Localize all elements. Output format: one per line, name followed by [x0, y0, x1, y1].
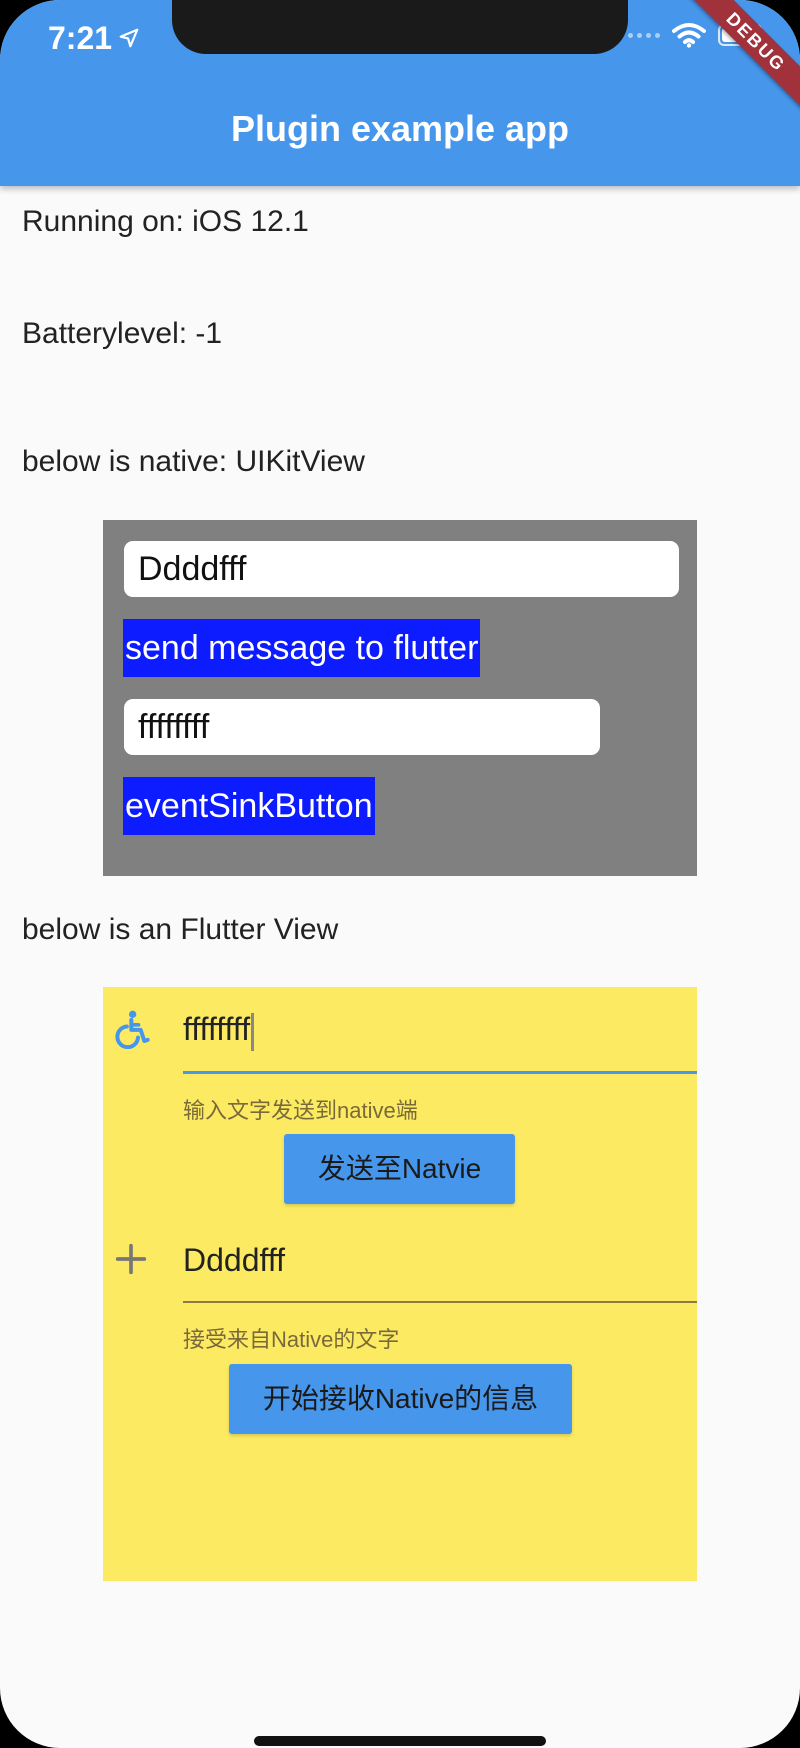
add-icon — [115, 1243, 147, 1275]
accessible-icon — [115, 1010, 150, 1049]
app-bar: 7:21 DEBUG Plugin example app — [0, 0, 800, 186]
location-arrow-icon — [119, 28, 139, 48]
cellular-signal-icon — [628, 32, 660, 38]
send-field-underline — [183, 1071, 697, 1074]
flutter-view-header: below is an Flutter View — [22, 913, 339, 946]
send-to-native-button[interactable]: 发送至Natvie — [284, 1134, 515, 1204]
app-screen: 7:21 DEBUG Plugin example app Running on… — [0, 0, 800, 1748]
status-time-label: 7:21 — [48, 19, 113, 56]
native-view-header: below is native: UIKitView — [22, 445, 365, 478]
running-on-label: Running on: iOS 12.1 — [22, 205, 309, 238]
receive-field-underline — [183, 1301, 697, 1303]
debug-banner: DEBUG — [682, 0, 800, 116]
native-event-input[interactable]: ffffffff — [124, 699, 600, 755]
page-title: Plugin example app — [230, 108, 570, 149]
device-notch — [172, 0, 628, 54]
send-text-field-value: ffffffff — [183, 1011, 251, 1047]
battery-level-label: Batterylevel: -1 — [22, 317, 223, 350]
status-time: 7:21 — [48, 18, 140, 58]
event-sink-button[interactable]: eventSinkButton — [123, 777, 375, 835]
text-cursor — [251, 1012, 255, 1051]
native-message-input[interactable]: Ddddfff — [124, 541, 679, 597]
send-text-field[interactable]: ffffffff — [183, 1011, 255, 1051]
receive-text-field[interactable]: Ddddfff — [183, 1242, 285, 1279]
receive-field-helper-text: 接受来自Native的文字 — [183, 1327, 400, 1352]
send-message-to-flutter-button[interactable]: send message to flutter — [123, 619, 481, 677]
flutter-view: ffffffff 输入文字发送到native端 发送至Natvie Ddddff… — [103, 987, 697, 1581]
native-uikit-view: Ddddfff send message to flutter ffffffff… — [103, 520, 697, 876]
send-field-helper-text: 输入文字发送到native端 — [183, 1098, 418, 1123]
wifi-icon — [672, 23, 706, 48]
home-indicator — [254, 1736, 546, 1746]
start-receiving-native-button[interactable]: 开始接收Native的信息 — [229, 1364, 572, 1434]
